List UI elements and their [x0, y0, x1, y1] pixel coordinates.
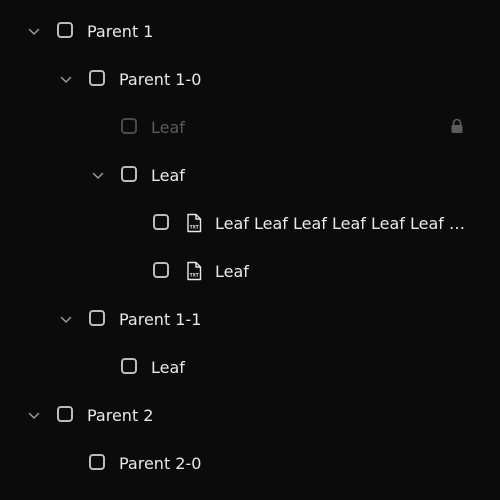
- tree-node-leaf-file[interactable]: TXT Leaf Leaf Leaf Leaf Leaf Leaf L...: [0, 200, 500, 248]
- checkbox-disabled: [121, 118, 137, 134]
- checkbox[interactable]: [121, 358, 137, 374]
- tree-node-label[interactable]: Parent 1-1: [119, 308, 469, 332]
- tree-node-label: Leaf: [151, 118, 185, 137]
- lock-icon: [450, 118, 464, 134]
- checkbox[interactable]: [153, 214, 169, 230]
- tree-node-label[interactable]: Leaf: [151, 164, 471, 188]
- tree-node-parent-1-1[interactable]: Parent 1-1: [0, 296, 500, 344]
- tree-node-leaf[interactable]: Leaf: [0, 344, 500, 392]
- chevron-down-icon[interactable]: [92, 170, 104, 182]
- tree-node-label[interactable]: Parent 2-0: [119, 452, 469, 476]
- file-icon-text: TXT: [190, 225, 199, 230]
- checkbox[interactable]: [89, 454, 105, 470]
- tree-node-leaf[interactable]: Leaf: [0, 152, 500, 200]
- tree-node-leaf-disabled: Leaf: [0, 104, 500, 152]
- chevron-down-icon[interactable]: [28, 410, 40, 422]
- tree-node-label[interactable]: Leaf: [215, 260, 465, 284]
- chevron-down-icon[interactable]: [60, 74, 72, 86]
- checkbox[interactable]: [57, 406, 73, 422]
- checkbox[interactable]: [89, 70, 105, 86]
- checkbox[interactable]: [121, 166, 137, 182]
- checkbox[interactable]: [153, 262, 169, 278]
- tree-node-parent-2-0[interactable]: Parent 2-0: [0, 440, 500, 488]
- tree-node-label[interactable]: Parent 1: [87, 20, 467, 44]
- chevron-down-icon[interactable]: [28, 26, 40, 38]
- chevron-down-icon[interactable]: [60, 314, 72, 326]
- tree-node-label[interactable]: Parent 2: [87, 404, 467, 428]
- checkbox[interactable]: [89, 310, 105, 326]
- tree-node-parent-1-0[interactable]: Parent 1-0: [0, 56, 500, 104]
- txt-file-icon: TXT: [186, 213, 202, 233]
- tree-node-label[interactable]: Leaf Leaf Leaf Leaf Leaf Leaf L...: [215, 212, 465, 236]
- tree-view: Parent 1 Parent 1-0 Leaf Leaf TXT Leaf L…: [0, 0, 500, 500]
- checkbox[interactable]: [57, 22, 73, 38]
- tree-node-label[interactable]: Parent 1-0: [119, 68, 469, 92]
- file-icon-text: TXT: [190, 273, 199, 278]
- tree-node-parent-1[interactable]: Parent 1: [0, 8, 500, 56]
- tree-node-parent-2[interactable]: Parent 2: [0, 392, 500, 440]
- txt-file-icon: TXT: [186, 261, 202, 281]
- tree-node-leaf-file[interactable]: TXT Leaf: [0, 248, 500, 296]
- tree-node-label[interactable]: Leaf: [151, 356, 471, 380]
